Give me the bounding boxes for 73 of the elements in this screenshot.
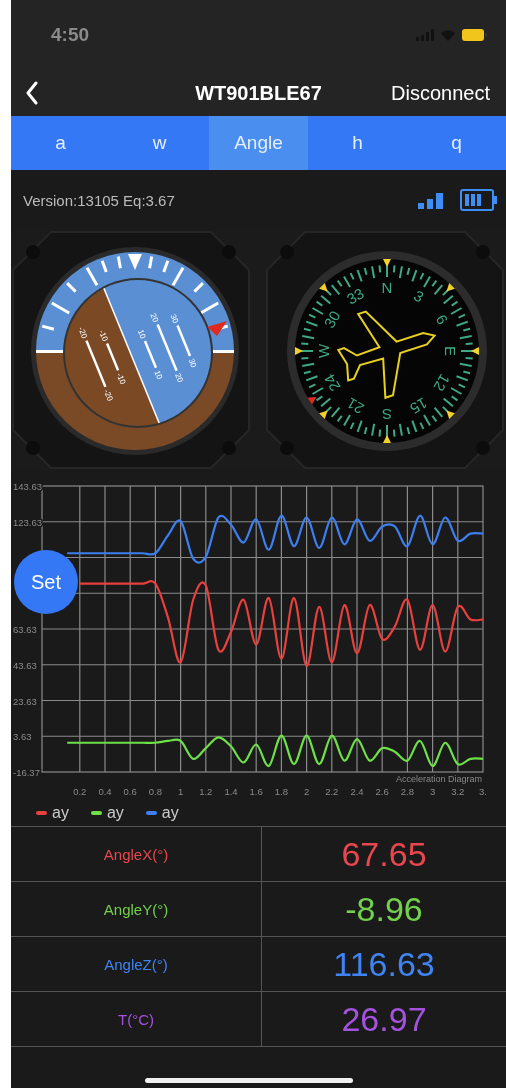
x-tick-label: 2 <box>303 786 310 797</box>
compass-label: 6 <box>432 311 452 328</box>
set-button[interactable]: Set <box>14 550 78 614</box>
compass-label: 30 <box>320 307 344 331</box>
screen-title: WT901BLE67 <box>195 81 322 104</box>
pitch-label: -20 <box>101 388 115 403</box>
x-tick-label: 1.8 <box>274 786 288 797</box>
pitch-label: 20 <box>173 371 185 384</box>
legend-label: ay <box>52 804 69 822</box>
compass-label: S <box>382 406 392 423</box>
tab[interactable]: q <box>407 116 506 170</box>
pitch-label: 20 <box>148 311 161 324</box>
compass-label: E <box>442 346 459 356</box>
x-tick-label: 1.6 <box>249 786 263 797</box>
compass-label: N <box>381 279 393 296</box>
tab[interactable]: w <box>110 116 209 170</box>
x-tick-label: 1.2 <box>199 786 213 797</box>
x-tick-label: 3. <box>479 786 487 797</box>
reading-value: 67.65 <box>341 834 427 874</box>
x-tick-label: 2.8 <box>400 786 414 797</box>
legend-label: ay <box>106 804 124 822</box>
compass-label: W <box>315 343 332 359</box>
pitch-label: 10 <box>152 369 165 381</box>
signal-strength-icon <box>418 191 444 209</box>
pitch-label: 30 <box>186 357 199 369</box>
reading-label: AngleZ(°) <box>104 955 168 973</box>
y-tick-label: 3.63 <box>13 731 32 743</box>
pitch-label: -20 <box>76 325 89 340</box>
x-tick-label: 1 <box>177 786 184 797</box>
legend-label: ay <box>161 804 179 822</box>
reading-value: -8.96 <box>345 889 423 929</box>
x-tick-label: 3.2 <box>451 786 465 797</box>
x-tick-label: 0.6 <box>123 786 137 797</box>
pitch-label: -10 <box>114 371 128 386</box>
x-tick-label: 2.6 <box>375 786 389 797</box>
tab[interactable]: h <box>308 116 407 170</box>
compass-label: 24 <box>320 371 344 395</box>
y-tick-label: 143.63 <box>13 481 43 492</box>
reading-label: T(°C) <box>118 1010 154 1028</box>
back-icon[interactable] <box>25 81 39 105</box>
chart-annotation: Acceleration Diagram <box>395 774 482 784</box>
pitch-label: 10 <box>135 328 148 341</box>
compass-label: 12 <box>430 371 454 395</box>
x-tick-label: 2.2 <box>325 786 339 797</box>
y-tick-label: 23.63 <box>13 695 37 707</box>
x-tick-label: 1.4 <box>224 786 238 797</box>
reading-value: 116.63 <box>333 944 435 984</box>
x-tick-label: 0.8 <box>148 786 162 797</box>
compass-label: 33 <box>343 284 367 308</box>
reading-value: 26.97 <box>341 999 427 1039</box>
heading-marker <box>307 396 317 405</box>
pitch-label: 30 <box>168 312 181 325</box>
disconnect-button[interactable]: Disconnect <box>391 81 490 105</box>
y-tick-label: 43.63 <box>13 659 37 671</box>
x-tick-label: 0.4 <box>98 786 112 797</box>
pointer-marker <box>207 321 227 336</box>
x-tick-label: 3 <box>429 786 436 797</box>
x-tick-label: 0.2 <box>73 786 87 797</box>
battery-icon <box>462 29 488 41</box>
y-tick-label: 63.63 <box>13 624 37 635</box>
y-tick-label: -16.37 <box>13 767 40 778</box>
reading-label: AngleY(°) <box>103 900 169 918</box>
compass-label: 15 <box>407 394 431 418</box>
compass-label: 21 <box>343 394 367 418</box>
compass-label: 3 <box>410 286 427 306</box>
x-tick-label: 2.4 <box>350 786 364 797</box>
tab[interactable]: Angle <box>209 116 308 170</box>
version-text: Version:13105 Eq:3.67 <box>23 191 175 209</box>
pitch-label: -10 <box>96 328 110 343</box>
battery-icon <box>460 189 498 211</box>
reading-label: AngleX(°) <box>103 845 169 863</box>
status-time: 4:50 <box>51 24 90 46</box>
tab[interactable]: a <box>11 116 110 170</box>
